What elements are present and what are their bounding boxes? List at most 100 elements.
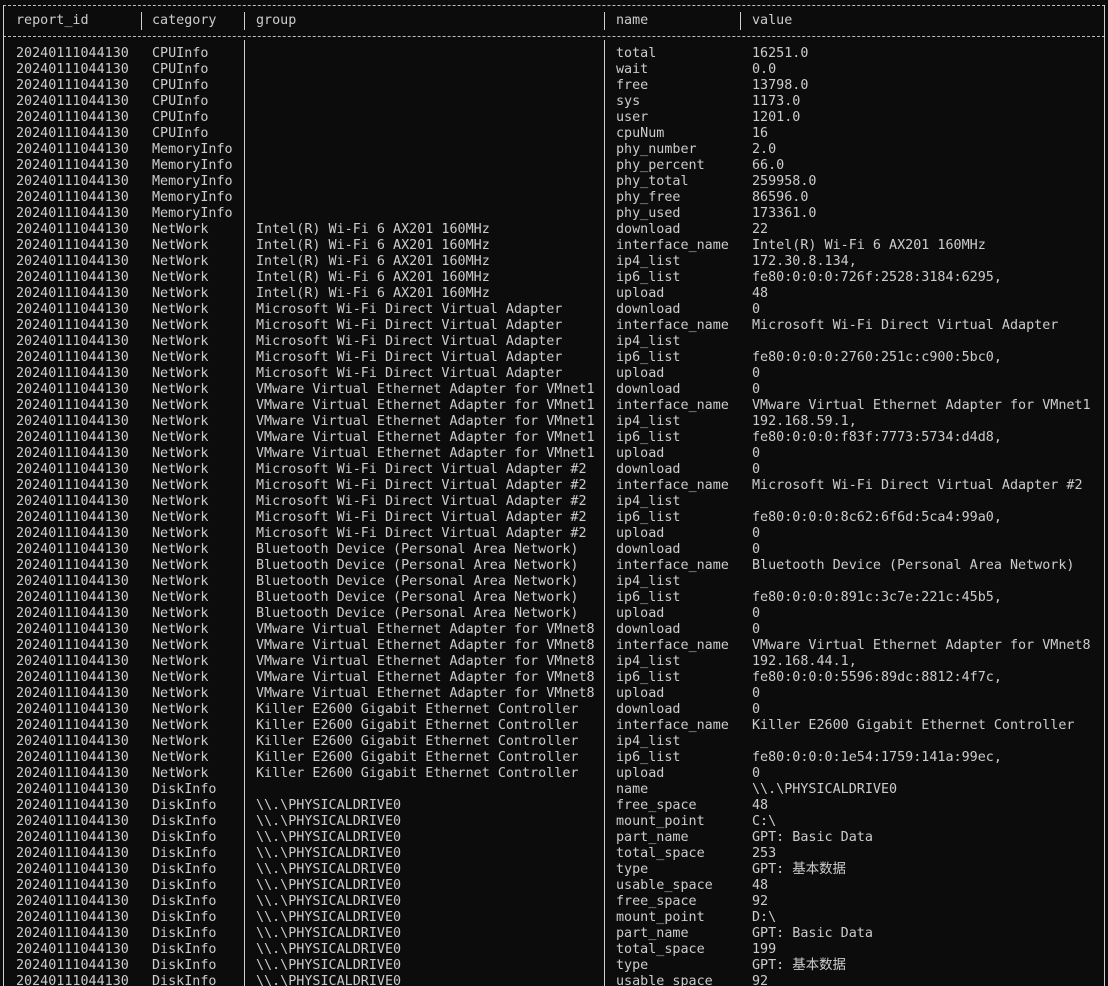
cell-category: DiskInfo	[152, 974, 217, 986]
cell-category: NetWork	[152, 334, 209, 349]
cell-group: Bluetooth Device (Personal Area Network)	[256, 606, 579, 621]
cell-report-id: 20240111044130	[16, 478, 129, 493]
cell-name: phy_percent	[616, 158, 705, 173]
cell-group: Microsoft Wi-Fi Direct Virtual Adapter #…	[256, 478, 587, 493]
cell-category: NetWork	[152, 574, 209, 589]
cell-report-id: 20240111044130	[16, 846, 129, 861]
cell-category: NetWork	[152, 654, 209, 669]
cell-value: 0.0	[752, 62, 777, 77]
cell-report-id: 20240111044130	[16, 686, 129, 701]
cell-name: ip4_list	[616, 734, 681, 749]
cell-report-id: 20240111044130	[16, 414, 129, 429]
cell-name: upload	[616, 286, 665, 301]
cell-report-id: 20240111044130	[16, 446, 129, 461]
cell-group: Microsoft Wi-Fi Direct Virtual Adapter #…	[256, 526, 587, 541]
cell-value: GPT: 基本数据	[752, 958, 846, 973]
cell-report-id: 20240111044130	[16, 862, 129, 877]
cell-report-id: 20240111044130	[16, 302, 129, 317]
cell-value: fe80:0:0:0:726f:2528:3184:6295,	[752, 270, 1002, 285]
cell-category: NetWork	[152, 590, 209, 605]
cell-name: type	[616, 862, 649, 877]
cell-report-id: 20240111044130	[16, 702, 129, 717]
cell-value: 13798.0	[752, 78, 809, 93]
header-column-divider	[604, 12, 605, 30]
cell-report-id: 20240111044130	[16, 878, 129, 893]
cell-category: DiskInfo	[152, 926, 217, 941]
cell-name: type	[616, 958, 649, 973]
table-row: 20240111044130 CPUInfo sys 1173.0	[0, 94, 1108, 110]
cell-report-id: 20240111044130	[16, 430, 129, 445]
cell-value: 48	[752, 798, 769, 813]
cell-report-id: 20240111044130	[16, 318, 129, 333]
cell-category: NetWork	[152, 670, 209, 685]
cell-value: 199	[752, 942, 777, 957]
cell-category: NetWork	[152, 222, 209, 237]
cell-report-id: 20240111044130	[16, 158, 129, 173]
table-row: 20240111044130 CPUInfo wait 0.0	[0, 62, 1108, 78]
cell-report-id: 20240111044130	[16, 942, 129, 957]
cell-report-id: 20240111044130	[16, 750, 129, 765]
cell-group: \\.\PHYSICALDRIVE0	[256, 798, 402, 813]
cell-name: download	[616, 382, 681, 397]
cell-group: Intel(R) Wi-Fi 6 AX201 160MHz	[256, 222, 490, 237]
cell-report-id: 20240111044130	[16, 462, 129, 477]
cell-group: \\.\PHYSICALDRIVE0	[256, 862, 402, 877]
cell-category: DiskInfo	[152, 894, 217, 909]
cell-category: NetWork	[152, 414, 209, 429]
cell-group: VMware Virtual Ethernet Adapter for VMne…	[256, 686, 595, 701]
cell-name: name	[616, 782, 649, 797]
cell-category: NetWork	[152, 622, 209, 637]
cell-category: NetWork	[152, 494, 209, 509]
cell-category: NetWork	[152, 446, 209, 461]
cell-group: Killer E2600 Gigabit Ethernet Controller	[256, 702, 579, 717]
cell-value: 0	[752, 366, 761, 381]
cell-value: Microsoft Wi-Fi Direct Virtual Adapter #…	[752, 478, 1083, 493]
cell-name: ip4_list	[616, 494, 681, 509]
cell-value: 0	[752, 686, 761, 701]
cell-value: 0	[752, 382, 761, 397]
cell-value: 172.30.8.134,	[752, 254, 857, 269]
cell-category: NetWork	[152, 350, 209, 365]
cell-value: fe80:0:0:0:891c:3c7e:221c:45b5,	[752, 590, 1002, 605]
cell-value: 1201.0	[752, 110, 801, 125]
cell-category: MemoryInfo	[152, 174, 233, 189]
table-row: 20240111044130 NetWork Killer E2600 Gigabi…	[0, 702, 1108, 718]
cell-report-id: 20240111044130	[16, 206, 129, 221]
cell-name: download	[616, 302, 681, 317]
cell-group: Intel(R) Wi-Fi 6 AX201 160MHz	[256, 286, 490, 301]
cell-group: VMware Virtual Ethernet Adapter for VMne…	[256, 670, 595, 685]
cell-report-id: 20240111044130	[16, 510, 129, 525]
cell-value: 0	[752, 622, 761, 637]
cell-value: 259958.0	[752, 174, 817, 189]
cell-value: Bluetooth Device (Personal Area Network)	[752, 558, 1075, 573]
cell-category: NetWork	[152, 686, 209, 701]
table-row: 20240111044130 DiskInfo \\.\PHYSICALDRIVE0…	[0, 910, 1108, 926]
table-row: 20240111044130 DiskInfo \\.\PHYSICALDRIVE0…	[0, 926, 1108, 942]
cell-report-id: 20240111044130	[16, 574, 129, 589]
cell-report-id: 20240111044130	[16, 590, 129, 605]
cell-report-id: 20240111044130	[16, 638, 129, 653]
table-row: 20240111044130 NetWork Killer E2600 Gigabi…	[0, 718, 1108, 734]
cell-report-id: 20240111044130	[16, 910, 129, 925]
cell-name: ip4_list	[616, 334, 681, 349]
table-row: 20240111044130 NetWork Bluetooth Device (P…	[0, 558, 1108, 574]
table-row: 20240111044130 NetWork Microsoft Wi-Fi Dir…	[0, 366, 1108, 382]
table-row: 20240111044130 CPUInfo cpuNum 16	[0, 126, 1108, 142]
table-row: 20240111044130 NetWork Bluetooth Device (P…	[0, 542, 1108, 558]
cell-name: interface_name	[616, 478, 729, 493]
table-row: 20240111044130 MemoryInfo phy_number 2.0	[0, 142, 1108, 158]
cell-category: NetWork	[152, 430, 209, 445]
table-row: 20240111044130 NetWork Microsoft Wi-Fi Dir…	[0, 478, 1108, 494]
cell-report-id: 20240111044130	[16, 46, 129, 61]
cell-report-id: 20240111044130	[16, 830, 129, 845]
cell-report-id: 20240111044130	[16, 270, 129, 285]
cell-category: CPUInfo	[152, 62, 209, 77]
table-row: 20240111044130 NetWork VMware Virtual Ethe…	[0, 638, 1108, 654]
cell-name: usable_space	[616, 974, 713, 986]
table-row: 20240111044130 NetWork VMware Virtual Ethe…	[0, 414, 1108, 430]
cell-name: wait	[616, 62, 649, 77]
table-row: 20240111044130 NetWork Microsoft Wi-Fi Dir…	[0, 350, 1108, 366]
cell-group: Microsoft Wi-Fi Direct Virtual Adapter #…	[256, 462, 587, 477]
cell-group: VMware Virtual Ethernet Adapter for VMne…	[256, 638, 595, 653]
cell-category: NetWork	[152, 382, 209, 397]
